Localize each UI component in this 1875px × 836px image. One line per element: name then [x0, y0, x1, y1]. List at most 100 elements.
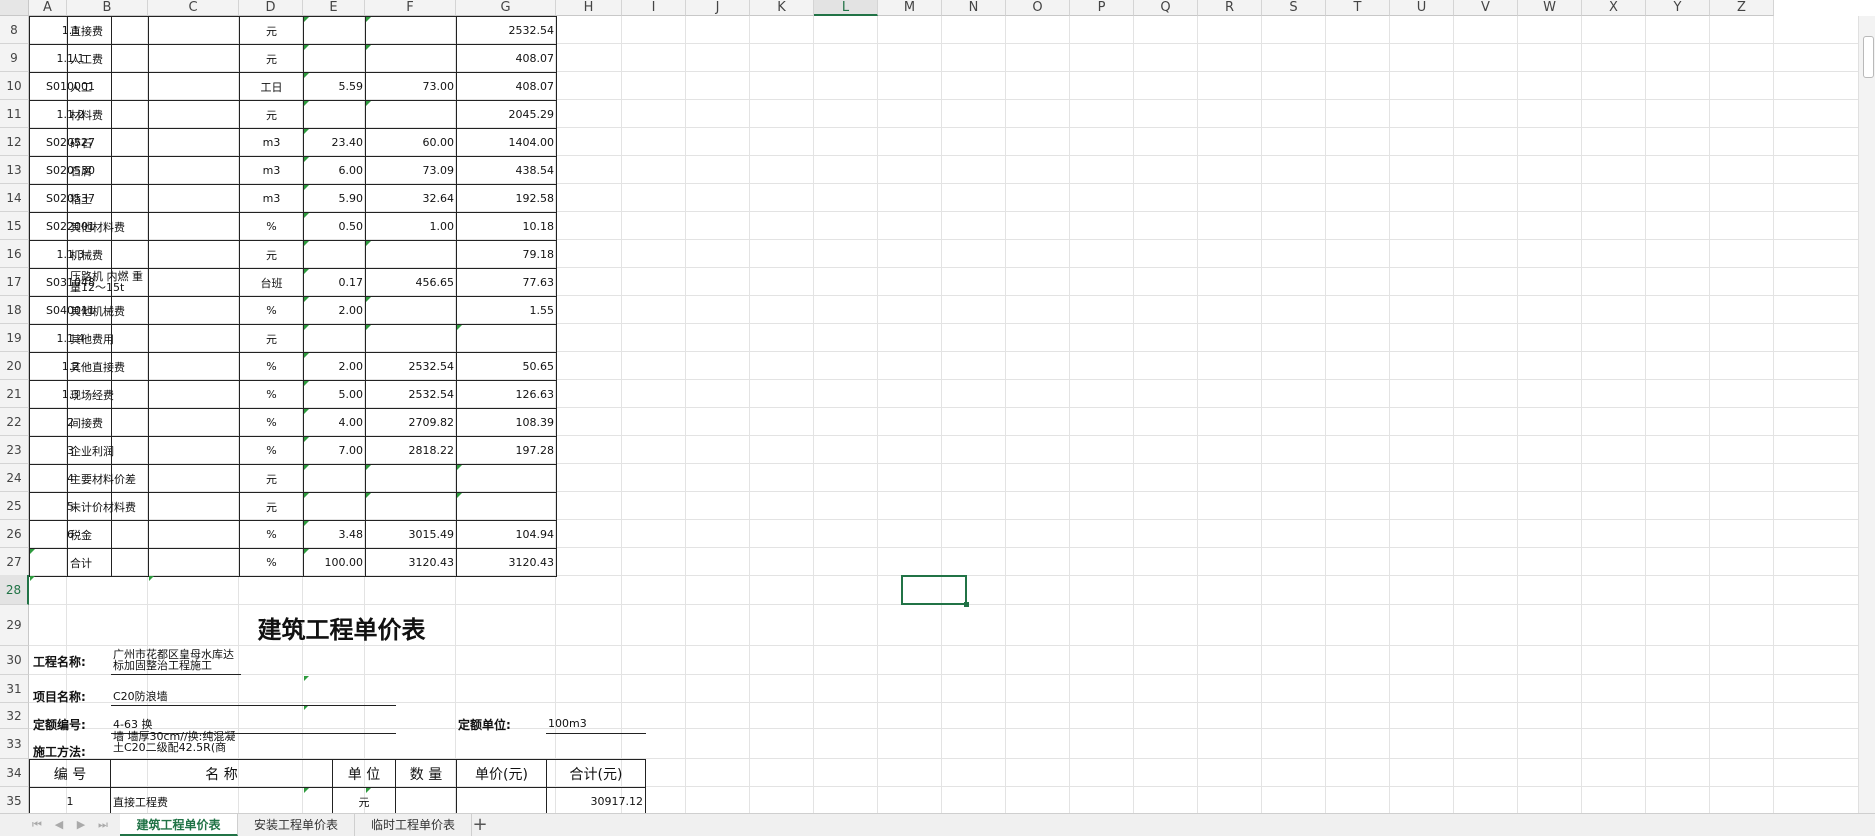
row35-total[interactable]: 30917.12 — [546, 787, 646, 813]
column-header-v[interactable]: V — [1454, 0, 1518, 16]
cell-d25[interactable]: 元 — [239, 492, 304, 521]
column-header-i[interactable]: I — [622, 0, 686, 16]
item-name-label[interactable]: 项目名称: — [31, 685, 111, 707]
cell-f9[interactable] — [365, 44, 457, 73]
column-header-e[interactable]: E — [303, 0, 365, 16]
cell-d22[interactable]: % — [239, 408, 304, 437]
cell-f26[interactable]: 3015.49 — [365, 520, 457, 549]
cell-c8[interactable] — [148, 16, 240, 45]
cell-d26[interactable]: % — [239, 520, 304, 549]
cell-c14[interactable] — [148, 184, 240, 213]
cell-g19[interactable] — [456, 324, 557, 353]
row-header-28[interactable]: 28 — [0, 575, 29, 605]
cell-g27[interactable]: 3120.43 — [456, 548, 557, 577]
cell-f18[interactable] — [365, 296, 457, 325]
quota-unit-value[interactable]: 100m3 — [546, 714, 646, 734]
cell-e21[interactable]: 5.00 — [303, 380, 366, 409]
project-name-label[interactable]: 工程名称: — [31, 647, 111, 675]
cell-d11[interactable]: 元 — [239, 100, 304, 129]
cell-f19[interactable] — [365, 324, 457, 353]
cell-f13[interactable]: 73.09 — [365, 156, 457, 185]
column-header-o[interactable]: O — [1006, 0, 1070, 16]
sheet-title[interactable]: 建筑工程单价表 — [114, 608, 569, 646]
item-name-value[interactable]: C20防浪墙 — [111, 686, 396, 706]
cell-g14[interactable]: 192.58 — [456, 184, 557, 213]
cell-d15[interactable]: % — [239, 212, 304, 241]
cell-g26[interactable]: 104.94 — [456, 520, 557, 549]
cell-e8[interactable] — [303, 16, 366, 45]
cell-e9[interactable] — [303, 44, 366, 73]
cell-f15[interactable]: 1.00 — [365, 212, 457, 241]
cell-f17[interactable]: 456.65 — [365, 268, 457, 297]
quota-number-label[interactable]: 定额编号: — [31, 713, 111, 735]
column-header-f[interactable]: F — [365, 0, 456, 16]
cell-c19[interactable] — [148, 324, 240, 353]
cell-d23[interactable]: % — [239, 436, 304, 465]
cell-g20[interactable]: 50.65 — [456, 352, 557, 381]
cell-b25[interactable]: 未计价材料费 — [67, 492, 149, 521]
cell-d16[interactable]: 元 — [239, 240, 304, 269]
row-header-25[interactable]: 25 — [0, 492, 29, 520]
cell-d27[interactable]: % — [239, 548, 304, 577]
quota-unit-label[interactable]: 定额单位: — [456, 713, 546, 735]
cell-f10[interactable]: 73.00 — [365, 72, 457, 101]
row-header-18[interactable]: 18 — [0, 296, 29, 324]
row-header-11[interactable]: 11 — [0, 100, 29, 128]
cell-e14[interactable]: 5.90 — [303, 184, 366, 213]
row35-quantity[interactable] — [395, 787, 457, 813]
cell-b19[interactable]: 其他费用 — [67, 324, 149, 353]
column-header-t[interactable]: T — [1326, 0, 1390, 16]
cell-d17[interactable]: 台班 — [239, 268, 304, 297]
row-header-32[interactable]: 32 — [0, 703, 29, 729]
cell-g15[interactable]: 10.18 — [456, 212, 557, 241]
spreadsheet-grid[interactable]: ABCDEFGHIJKLMNOPQRSTUVWXYZ 8 9 10 11 12 13 14 1… — [0, 0, 1875, 813]
cell-e26[interactable]: 3.48 — [303, 520, 366, 549]
cell-b12[interactable]: 碎石 — [67, 128, 149, 157]
cell-c25[interactable] — [148, 492, 240, 521]
cell-d18[interactable]: % — [239, 296, 304, 325]
column-header-l[interactable]: L — [814, 0, 878, 16]
column-header-b[interactable]: B — [67, 0, 148, 16]
add-sheet-icon[interactable]: + — [470, 814, 490, 836]
row-header-14[interactable]: 14 — [0, 184, 29, 212]
row-header-31[interactable]: 31 — [0, 675, 29, 703]
cell-g23[interactable]: 197.28 — [456, 436, 557, 465]
cell-b26[interactable]: 税金 — [67, 520, 149, 549]
cell-e24[interactable] — [303, 464, 366, 493]
header-unit[interactable]: 单 位 — [332, 759, 396, 788]
header-code[interactable]: 编 号 — [29, 759, 111, 788]
cell-f23[interactable]: 2818.22 — [365, 436, 457, 465]
column-header-n[interactable]: N — [942, 0, 1006, 16]
cell-g9[interactable]: 408.07 — [456, 44, 557, 73]
cell-g8[interactable]: 2532.54 — [456, 16, 557, 45]
cell-g17[interactable]: 77.63 — [456, 268, 557, 297]
row-header-30[interactable]: 30 — [0, 646, 29, 675]
row35-code[interactable]: 1 — [29, 787, 111, 813]
cell-d8[interactable]: 元 — [239, 16, 304, 45]
cell-g18[interactable]: 1.55 — [456, 296, 557, 325]
column-header-c[interactable]: C — [148, 0, 239, 16]
row-header-21[interactable]: 21 — [0, 380, 29, 408]
row35-unit[interactable]: 元 — [332, 787, 396, 813]
cell-c15[interactable] — [148, 212, 240, 241]
column-header-h[interactable]: H — [556, 0, 622, 16]
row-header-29[interactable]: 29 — [0, 605, 29, 646]
cell-d13[interactable]: m3 — [239, 156, 304, 185]
cell-d10[interactable]: 工日 — [239, 72, 304, 101]
project-name-value[interactable]: 广州市花都区皇母水库达标加固整治工程施工 — [111, 647, 241, 675]
cell-f12[interactable]: 60.00 — [365, 128, 457, 157]
cell-e19[interactable] — [303, 324, 366, 353]
cell-b13[interactable]: 石屑 — [67, 156, 149, 185]
cell-c21[interactable] — [148, 380, 240, 409]
cell-g24[interactable] — [456, 464, 557, 493]
cell-c27[interactable] — [148, 548, 240, 577]
cell-b14[interactable]: 粘土 — [67, 184, 149, 213]
cell-c9[interactable] — [148, 44, 240, 73]
cell-f8[interactable] — [365, 16, 457, 45]
column-header-x[interactable]: X — [1582, 0, 1646, 16]
row-header-17[interactable]: 17 — [0, 268, 29, 296]
cell-b27[interactable]: 合计 — [67, 548, 149, 577]
header-total[interactable]: 合计(元) — [546, 759, 646, 788]
construction-method-label[interactable]: 施工方法: — [31, 741, 111, 761]
cell-e20[interactable]: 2.00 — [303, 352, 366, 381]
